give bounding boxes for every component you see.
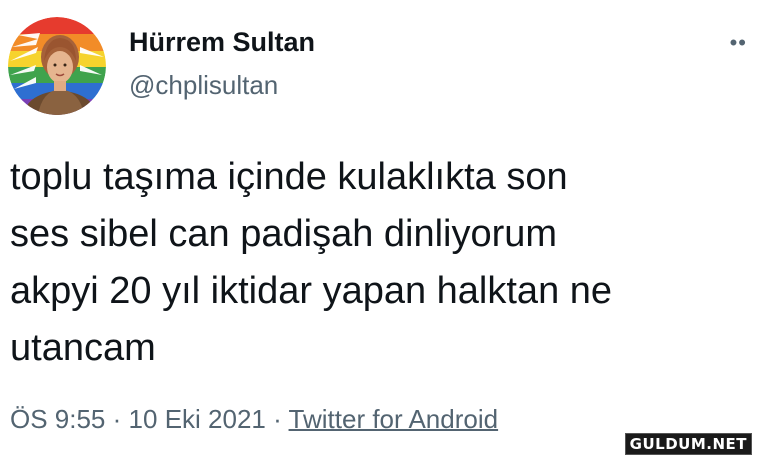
watermark-logo: GULDUM.NET xyxy=(624,433,752,455)
more-dots-icon: •• xyxy=(729,30,747,55)
tweet-time[interactable]: ÖS 9:55 xyxy=(10,404,105,434)
more-options-button[interactable]: •• xyxy=(730,32,747,54)
tweet-date[interactable]: 10 Eki 2021 xyxy=(129,404,266,434)
user-handle[interactable]: @chplisultan xyxy=(129,70,278,101)
avatar-image xyxy=(8,17,106,115)
tweet-source-link[interactable]: Twitter for Android xyxy=(289,404,499,434)
tweet-text: toplu taşıma içinde kulaklıkta son ses s… xyxy=(10,156,613,369)
avatar[interactable] xyxy=(8,17,106,115)
display-name[interactable]: Hürrem Sultan xyxy=(129,27,315,58)
tweet-metadata: ÖS 9:55 · 10 Eki 2021 · Twitter for Andr… xyxy=(10,404,498,435)
separator-dot: · xyxy=(112,404,122,434)
separator-dot: · xyxy=(273,404,282,434)
